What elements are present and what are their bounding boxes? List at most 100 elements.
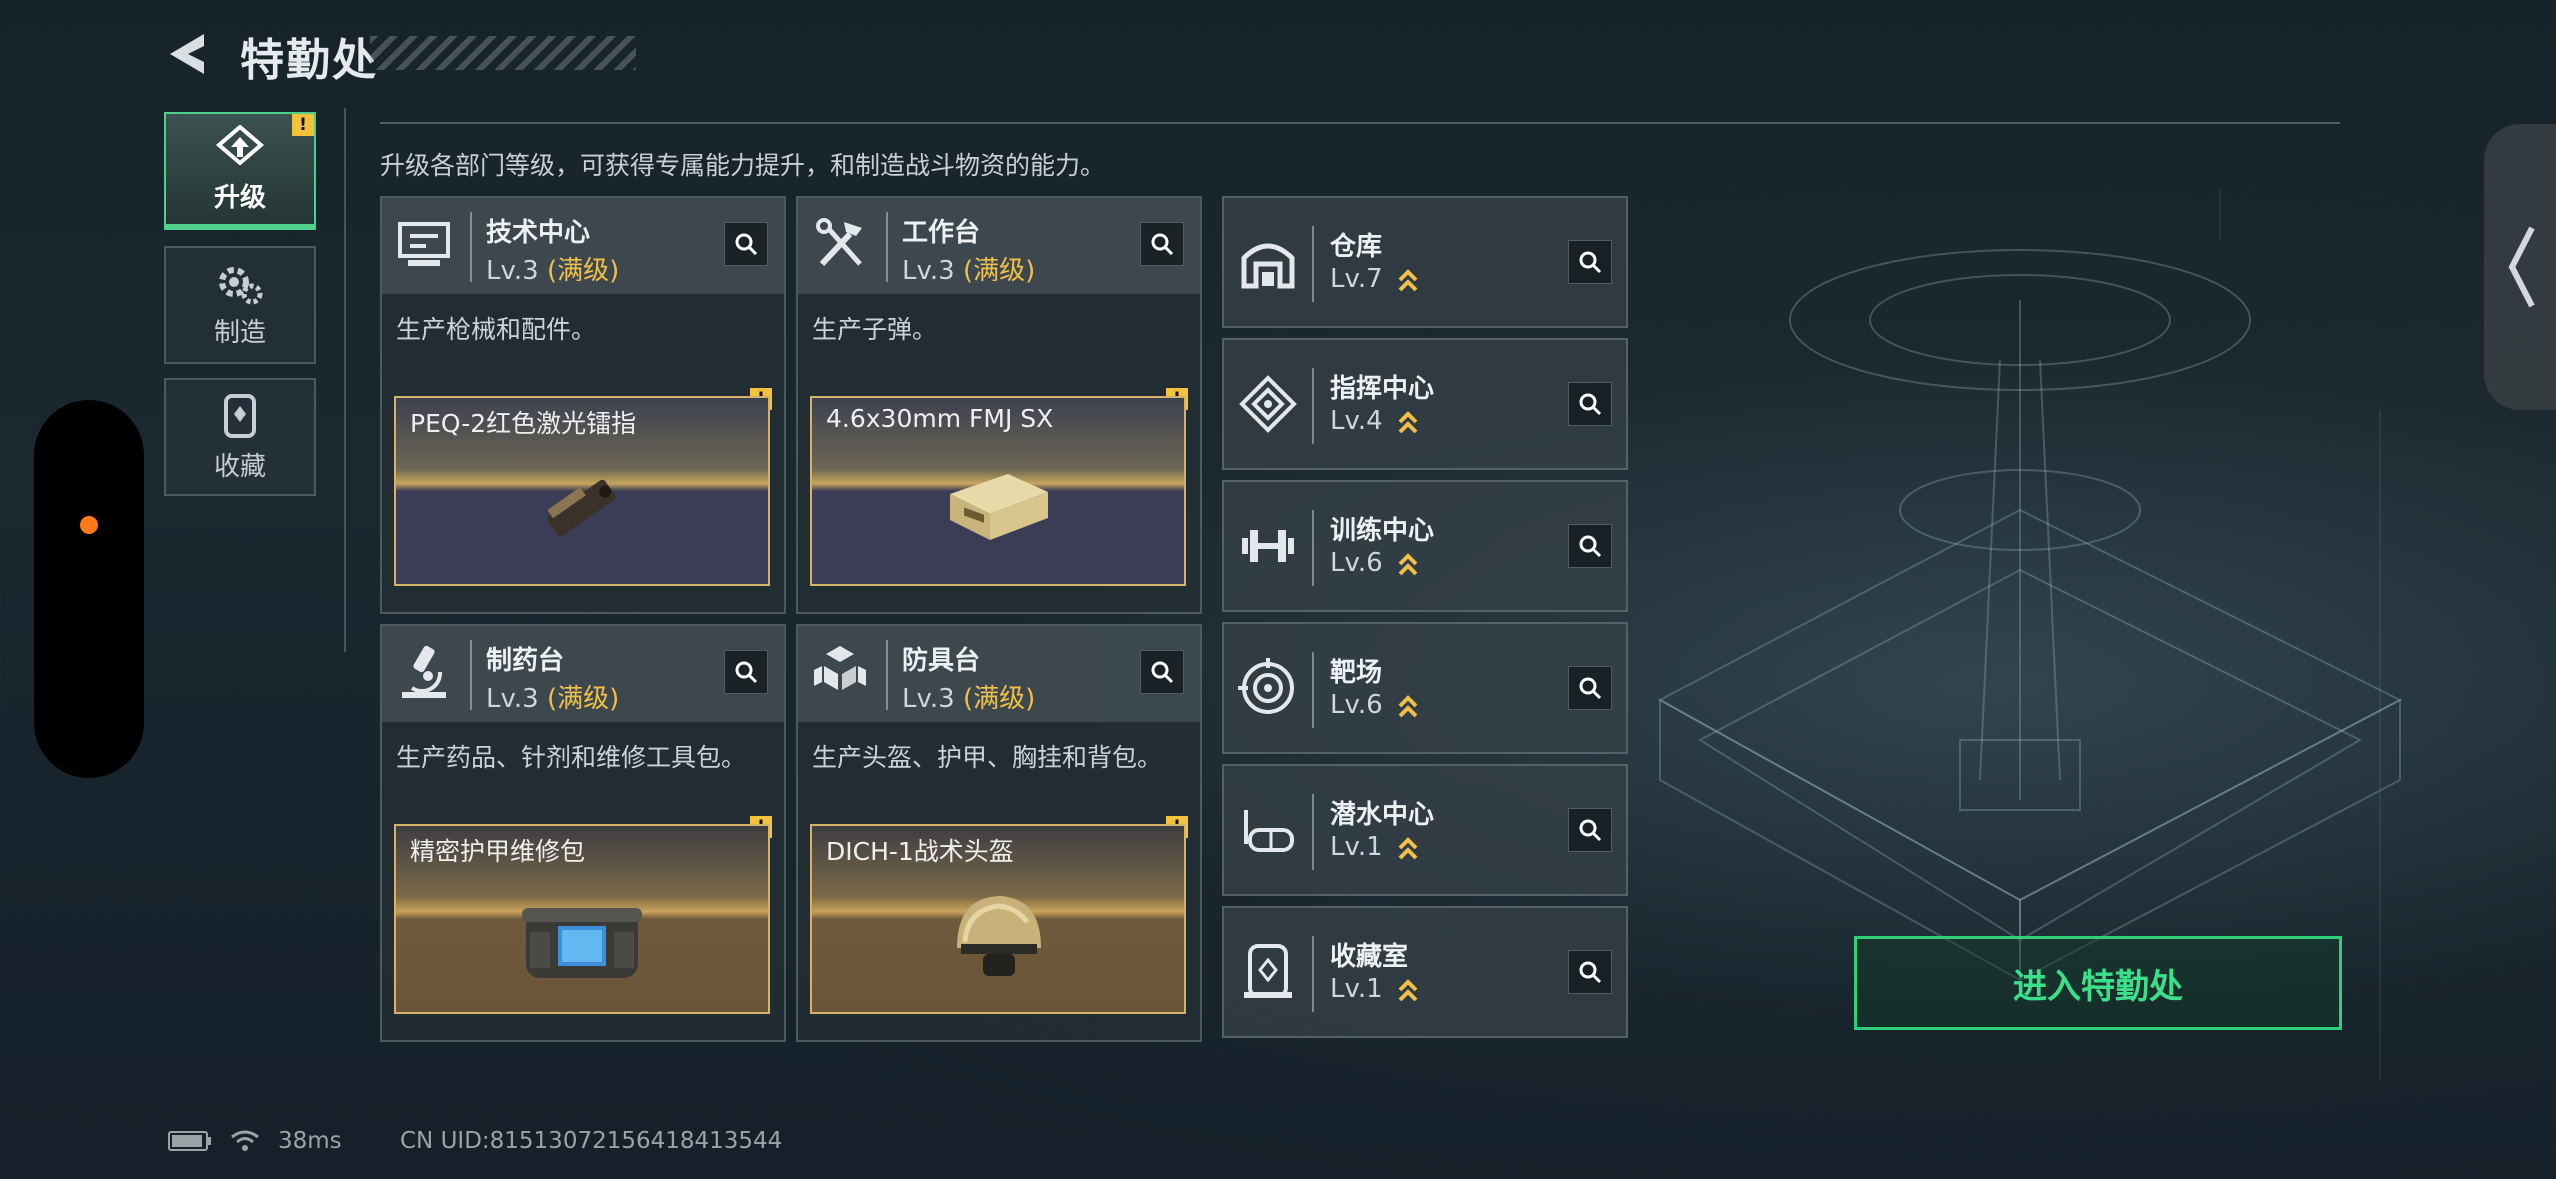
facility-collection-room[interactable]: 收藏室 Lv.1	[1222, 906, 1628, 1038]
max-level-tag: (满级)	[962, 684, 1036, 714]
laser-device-icon	[547, 479, 616, 537]
card-pharmacy[interactable]: 制药台 Lv.3 (满级) 生产药品、针剂和维修工具包。 ! 精密护甲维修包	[380, 624, 786, 1042]
level-value: Lv.3	[902, 256, 955, 286]
inspect-button[interactable]	[1568, 524, 1612, 568]
battery-icon	[168, 1131, 211, 1151]
craft-item-slot[interactable]: 精密护甲维修包	[394, 824, 770, 1014]
card-workbench[interactable]: 工作台 Lv.3 (满级) 生产子弹。 ! 4.6x30mm FMJ SX	[796, 196, 1202, 614]
facility-level: Lv.7	[1330, 264, 1419, 294]
tab-upgrade[interactable]: 升级 !	[164, 112, 316, 230]
computer-icon	[398, 222, 450, 266]
card-description: 生产枪械和配件。	[396, 315, 597, 344]
facility-name: 仓库	[1330, 232, 1383, 262]
tab-craft[interactable]: 制造	[164, 246, 316, 364]
facility-name: 收藏室	[1330, 942, 1409, 972]
level-value: Lv.6	[1330, 690, 1383, 720]
search-icon	[1579, 251, 1602, 274]
level-value: Lv.7	[1330, 264, 1383, 294]
upgrade-chevron-icon	[1398, 836, 1418, 859]
search-icon	[1579, 961, 1602, 984]
inspect-button[interactable]	[724, 222, 768, 266]
card-title: 制药台	[486, 646, 565, 676]
facility-warehouse[interactable]: 仓库 Lv.7	[1222, 196, 1628, 328]
tab-collection[interactable]: 收藏	[164, 378, 316, 496]
facility-shooting-range[interactable]: 靶场 Lv.6	[1222, 622, 1628, 754]
facility-name: 训练中心	[1330, 516, 1435, 546]
item-name: 精密护甲维修包	[410, 837, 586, 866]
card-armor-bench[interactable]: 防具台 Lv.3 (满级) 生产头盔、护甲、胸挂和背包。 ! DICH-1战术头…	[796, 624, 1202, 1042]
ping-value: 38ms	[278, 1128, 342, 1154]
search-icon	[1579, 535, 1602, 558]
search-icon	[735, 233, 758, 256]
facility-name: 潜水中心	[1330, 800, 1435, 830]
ammo-box-icon	[950, 474, 1048, 540]
tools-icon	[816, 218, 862, 267]
card-level: Lv.3 (满级)	[902, 678, 1035, 715]
diving-mask-icon	[1244, 810, 1294, 852]
level-value: Lv.3	[486, 256, 539, 286]
page-title: 特勤处	[240, 35, 378, 86]
separator	[886, 212, 888, 282]
separator	[1312, 510, 1314, 586]
facility-diving-center[interactable]: 潜水中心 Lv.1	[1222, 764, 1628, 896]
craft-item-slot[interactable]: DICH-1战术头盔	[810, 824, 1186, 1014]
command-icon	[1239, 375, 1297, 433]
floating-pill[interactable]	[34, 400, 144, 778]
dumbbell-icon	[1242, 530, 1294, 562]
divider	[344, 108, 346, 652]
card-description: 生产头盔、护甲、胸挂和背包。	[812, 743, 1163, 772]
card-level: Lv.3 (满级)	[902, 250, 1035, 287]
wifi-icon	[231, 1130, 259, 1151]
inspect-button[interactable]	[1140, 650, 1184, 694]
item-name: DICH-1战术头盔	[826, 837, 1014, 866]
level-value: Lv.3	[486, 684, 539, 714]
card-description: 生产子弹。	[812, 315, 938, 344]
drawer-handle[interactable]	[2484, 124, 2556, 410]
craft-item-slot[interactable]: PEQ-2红色激光镭指	[394, 396, 770, 586]
inspect-button[interactable]	[1568, 240, 1612, 284]
search-icon	[1579, 677, 1602, 700]
facility-command-center[interactable]: 指挥中心 Lv.4	[1222, 338, 1628, 470]
level-value: Lv.1	[1330, 974, 1383, 1004]
inspect-button[interactable]	[1568, 382, 1612, 426]
chevron-left-icon	[2508, 226, 2535, 308]
upgrade-chevron-icon	[1398, 268, 1418, 291]
search-icon	[1579, 393, 1602, 416]
user-id: CN UID:81513072156418413544	[400, 1128, 783, 1154]
upgrade-chevron-icon	[1398, 552, 1418, 575]
armor-icon	[814, 646, 866, 690]
craft-item-slot[interactable]: 4.6x30mm FMJ SX	[810, 396, 1186, 586]
inspect-button[interactable]	[1568, 950, 1612, 994]
target-icon	[1238, 658, 1294, 714]
level-value: Lv.3	[902, 684, 955, 714]
helmet-icon	[957, 896, 1041, 976]
back-arrow-icon[interactable]	[162, 28, 214, 80]
max-level-tag: (满级)	[546, 256, 620, 286]
repair-kit-icon	[522, 908, 642, 978]
card-level: Lv.3 (满级)	[486, 250, 619, 287]
upgrade-icon	[215, 124, 265, 166]
card-header: 防具台 Lv.3 (满级)	[798, 626, 1200, 722]
level-value: Lv.1	[1330, 832, 1383, 862]
card-title: 防具台	[902, 646, 981, 676]
separator	[1312, 652, 1314, 728]
inspect-button[interactable]	[1140, 222, 1184, 266]
card-header: 技术中心 Lv.3 (满级)	[382, 198, 784, 294]
collection-icon	[224, 393, 256, 438]
facility-level: Lv.1	[1330, 974, 1419, 1004]
status-bar: 38ms	[168, 1128, 342, 1154]
tab-collection-label: 收藏	[213, 451, 266, 482]
inspect-button[interactable]	[1568, 808, 1612, 852]
inspect-button[interactable]	[724, 650, 768, 694]
card-title: 技术中心	[486, 218, 591, 248]
facility-training-center[interactable]: 训练中心 Lv.6	[1222, 480, 1628, 612]
card-tech-center[interactable]: 技术中心 Lv.3 (满级) 生产枪械和配件。 ! PEQ-2红色激光镭指	[380, 196, 786, 614]
separator	[1312, 368, 1314, 444]
upgrade-chevron-icon	[1398, 978, 1418, 1001]
enter-button[interactable]: 进入特勤处	[1854, 936, 2342, 1030]
max-level-tag: (满级)	[546, 684, 620, 714]
separator	[1312, 226, 1314, 302]
warehouse-icon	[1241, 243, 1295, 289]
inspect-button[interactable]	[1568, 666, 1612, 710]
item-name: PEQ-2红色激光镭指	[410, 409, 637, 438]
